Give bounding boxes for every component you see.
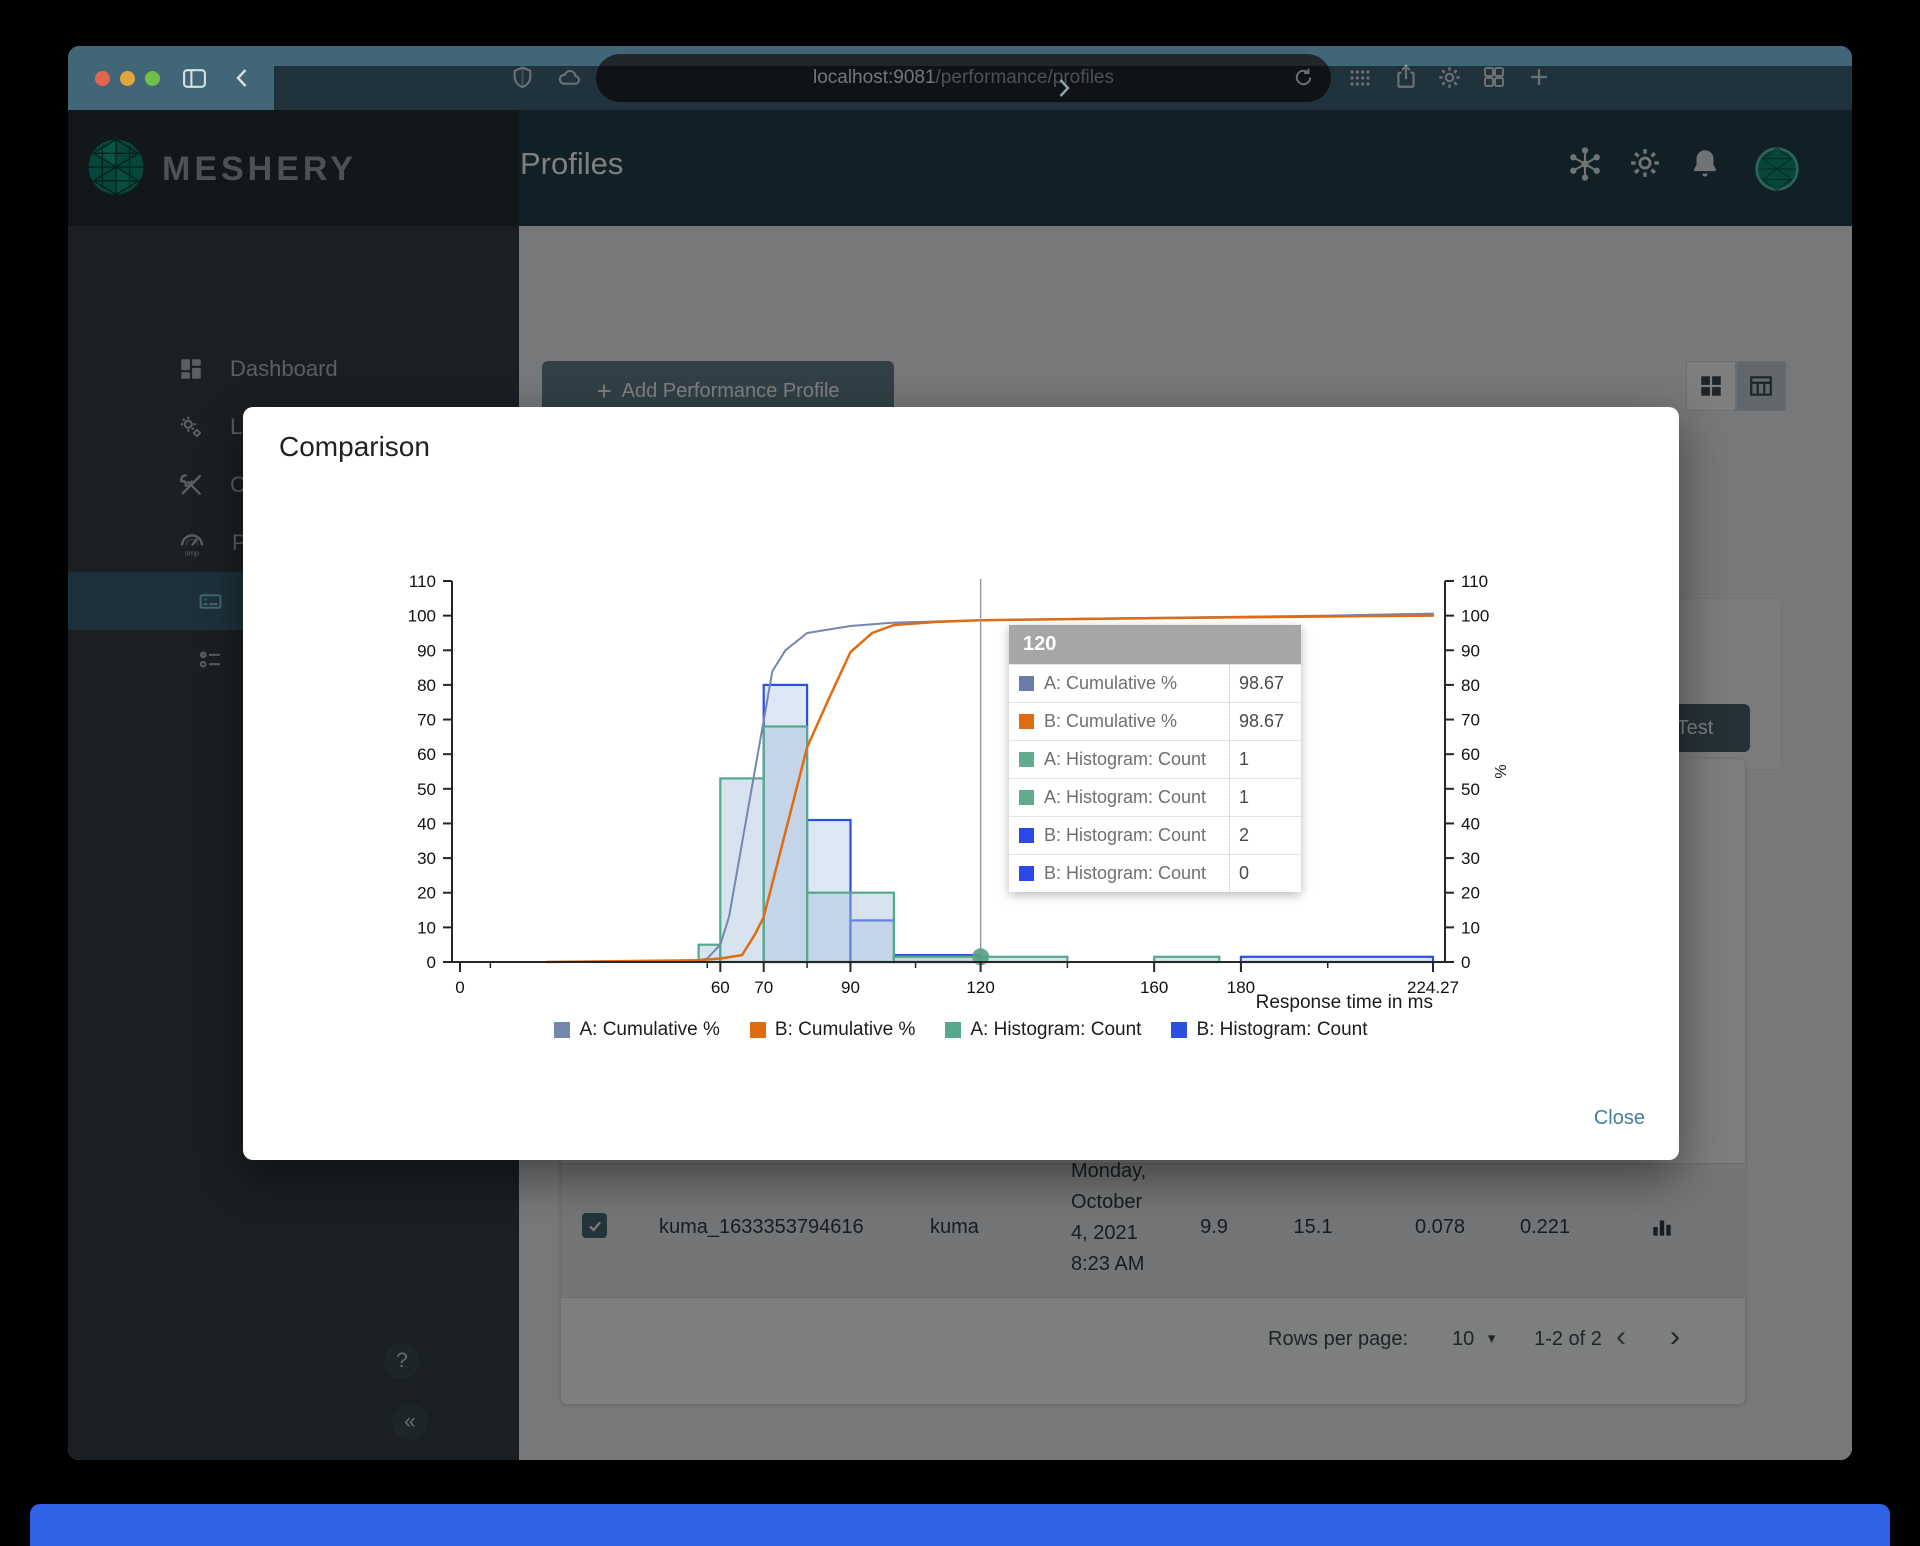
chart-legend: A: Cumulative % B: Cumulative % A: Histogr… xyxy=(243,1019,1679,1041)
tooltip-swatch xyxy=(1019,714,1034,729)
tooltip-header: 120 xyxy=(1009,625,1301,664)
meshery-app: MESHERY Profiles Dashboard xyxy=(68,110,1852,1460)
tooltip-swatch xyxy=(1019,866,1034,881)
tooltip-label: B: Cumulative % xyxy=(1009,703,1229,740)
chart-tooltip: 120 A: Cumulative % 98.67 B: Cumulative % 98… xyxy=(1009,625,1301,892)
tooltip-value: 1 xyxy=(1229,741,1301,778)
window-minimize-button[interactable] xyxy=(120,71,135,86)
svg-text:40: 40 xyxy=(1461,814,1480,833)
legend-swatch xyxy=(945,1022,962,1038)
background-window-strip xyxy=(30,1504,1890,1546)
comparison-modal: Comparison 0 0 10 10 20 20 30 30 40 40 50 50 60 60 70 7… xyxy=(243,407,1679,1160)
tooltip-label: A: Cumulative % xyxy=(1009,665,1229,702)
svg-text:20: 20 xyxy=(417,884,436,903)
svg-text:180: 180 xyxy=(1227,978,1255,997)
legend-swatch xyxy=(1171,1022,1188,1038)
forward-icon[interactable] xyxy=(274,66,1852,110)
tooltip-row: A: Histogram: Count 1 xyxy=(1009,740,1301,778)
svg-text:30: 30 xyxy=(1461,849,1480,868)
svg-text:160: 160 xyxy=(1140,978,1168,997)
svg-text:0: 0 xyxy=(427,953,436,972)
tooltip-row: B: Cumulative % 98.67 xyxy=(1009,702,1301,740)
svg-text:60: 60 xyxy=(1461,745,1480,764)
tooltip-label: A: Histogram: Count xyxy=(1009,741,1229,778)
svg-text:40: 40 xyxy=(417,814,436,833)
tooltip-swatch xyxy=(1019,752,1034,767)
svg-text:70: 70 xyxy=(754,978,773,997)
tooltip-value: 0 xyxy=(1229,855,1301,892)
tooltip-value: 98.67 xyxy=(1229,703,1301,740)
legend-item[interactable]: B: Cumulative % xyxy=(749,1019,916,1041)
svg-text:0: 0 xyxy=(1461,953,1470,972)
svg-text:80: 80 xyxy=(1461,676,1480,695)
svg-text:10: 10 xyxy=(417,918,436,937)
tooltip-swatch xyxy=(1019,790,1034,805)
tooltip-row: A: Cumulative % 98.67 xyxy=(1009,664,1301,702)
legend-label: B: Cumulative % xyxy=(774,1019,916,1040)
browser-toolbar: localhost:9081/performance/profiles xyxy=(68,46,1852,110)
tooltip-value: 2 xyxy=(1229,817,1301,854)
svg-text:100: 100 xyxy=(1461,607,1489,626)
tooltip-label: A: Histogram: Count xyxy=(1009,779,1229,816)
svg-text:60: 60 xyxy=(417,745,436,764)
svg-text:120: 120 xyxy=(966,978,994,997)
tooltip-row: B: Histogram: Count 2 xyxy=(1009,816,1301,854)
tooltip-swatch xyxy=(1019,828,1034,843)
svg-text:110: 110 xyxy=(409,572,436,591)
svg-text:60: 60 xyxy=(711,978,730,997)
svg-text:90: 90 xyxy=(841,978,860,997)
tooltip-swatch xyxy=(1019,676,1034,691)
svg-text:70: 70 xyxy=(1461,711,1480,730)
back-icon[interactable] xyxy=(231,66,255,90)
close-button[interactable]: Close xyxy=(1594,1107,1645,1130)
legend-item[interactable]: A: Histogram: Count xyxy=(945,1019,1141,1041)
legend-item[interactable]: B: Histogram: Count xyxy=(1171,1019,1368,1041)
tooltip-value: 1 xyxy=(1229,779,1301,816)
tooltip-row: A: Histogram: Count 1 xyxy=(1009,778,1301,816)
svg-text:20: 20 xyxy=(1461,884,1480,903)
svg-text:0: 0 xyxy=(455,978,464,997)
tooltip-value: 98.67 xyxy=(1229,665,1301,702)
svg-text:90: 90 xyxy=(417,641,436,660)
svg-text:10: 10 xyxy=(1461,918,1480,937)
svg-text:50: 50 xyxy=(1461,780,1480,799)
tooltip-label: B: Histogram: Count xyxy=(1009,855,1229,892)
legend-swatch xyxy=(554,1022,571,1038)
window-close-button[interactable] xyxy=(95,71,110,86)
sidebar-toggle-icon[interactable] xyxy=(182,66,207,91)
legend-item[interactable]: A: Cumulative % xyxy=(554,1019,720,1041)
legend-label: A: Histogram: Count xyxy=(970,1019,1142,1040)
browser-window: localhost:9081/performance/profiles xyxy=(68,46,1852,1460)
window-zoom-button[interactable] xyxy=(145,71,160,86)
svg-text:50: 50 xyxy=(417,780,436,799)
svg-text:80: 80 xyxy=(417,676,436,695)
svg-text:100: 100 xyxy=(408,607,436,626)
svg-text:%: % xyxy=(1493,764,1510,778)
svg-text:30: 30 xyxy=(417,849,436,868)
legend-label: B: Histogram: Count xyxy=(1196,1019,1368,1040)
svg-text:Response time in ms: Response time in ms xyxy=(1256,992,1433,1013)
legend-label: A: Cumulative % xyxy=(579,1019,720,1040)
performance-comparison-chart: 0 010 1020 2030 3040 4050 5060 6070 7080 8090 9010… xyxy=(408,572,1510,1013)
svg-text:90: 90 xyxy=(1461,641,1480,660)
tooltip-row: B: Histogram: Count 0 xyxy=(1009,854,1301,892)
tooltip-label: B: Histogram: Count xyxy=(1009,817,1229,854)
svg-text:70: 70 xyxy=(417,711,436,730)
svg-text:110: 110 xyxy=(1461,572,1488,591)
legend-swatch xyxy=(749,1022,766,1038)
